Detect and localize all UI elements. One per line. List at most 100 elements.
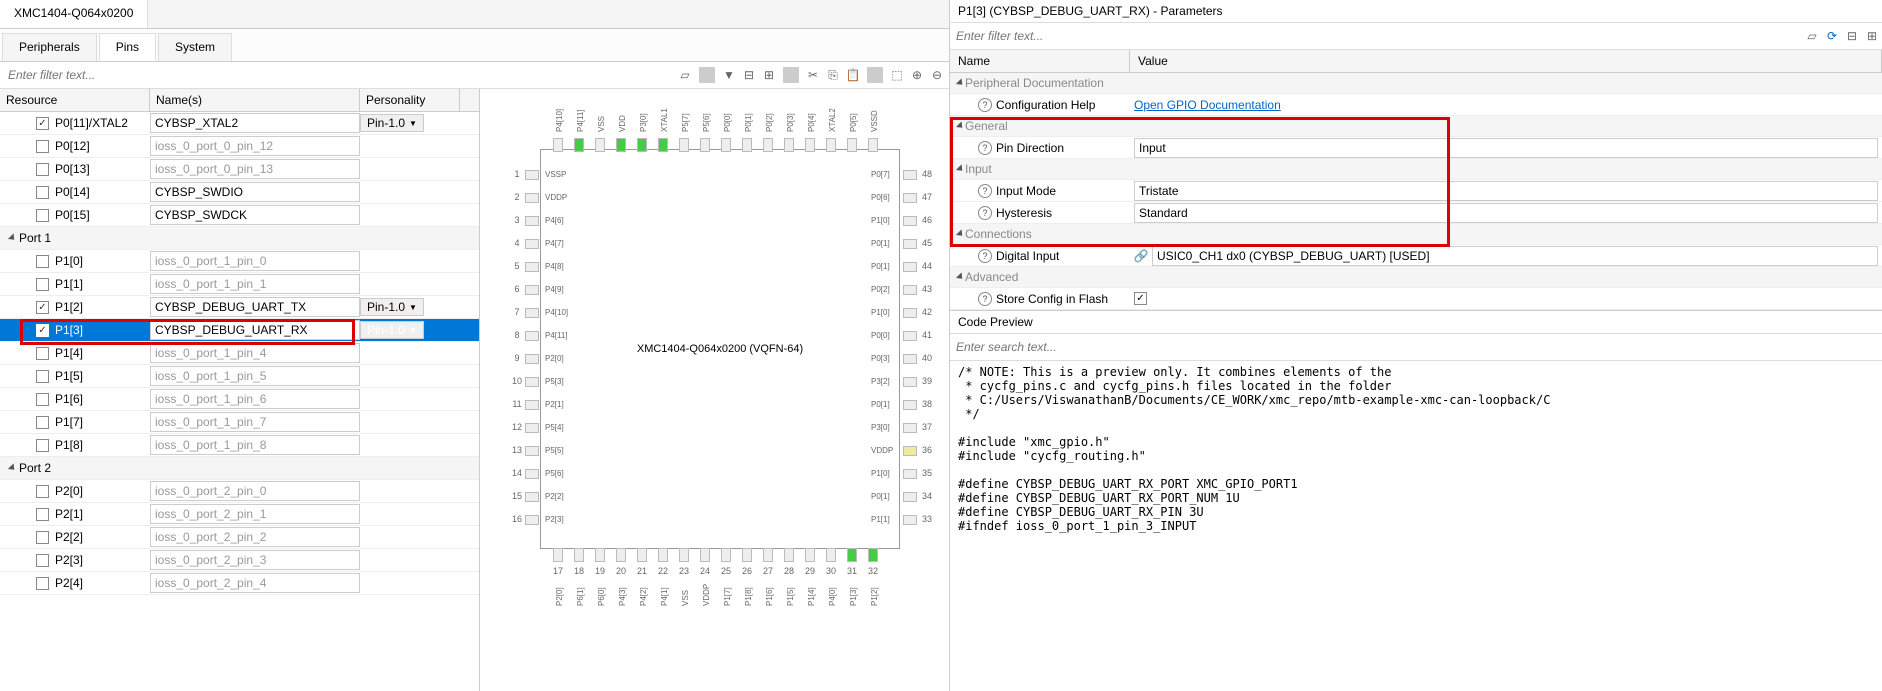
chip-pin[interactable]: [903, 308, 917, 318]
pin-row[interactable]: P0[11]/XTAL2Pin-1.0 ▼: [0, 112, 479, 135]
pin-checkbox[interactable]: [36, 163, 49, 176]
pin-checkbox[interactable]: [36, 186, 49, 199]
pin-name-input[interactable]: [150, 573, 360, 593]
params-header-name[interactable]: Name: [950, 50, 1130, 72]
chip-pin[interactable]: [763, 548, 773, 562]
chip-pin[interactable]: [616, 138, 626, 152]
zoom-in-icon[interactable]: ⊕: [909, 67, 925, 83]
input-mode-value[interactable]: [1134, 181, 1878, 201]
header-name[interactable]: Name(s): [150, 89, 360, 111]
pin-row[interactable]: P2[1]: [0, 503, 479, 526]
pin-name-input[interactable]: [150, 527, 360, 547]
chip-pin[interactable]: [903, 446, 917, 456]
pin-checkbox[interactable]: [36, 209, 49, 222]
chip-pin[interactable]: [903, 492, 917, 502]
chip-pin[interactable]: [525, 285, 539, 295]
chip-pin[interactable]: [903, 400, 917, 410]
chip-pin[interactable]: [553, 138, 563, 152]
tab-system[interactable]: System: [158, 33, 232, 61]
pin-row[interactable]: P1[4]: [0, 342, 479, 365]
pin-row[interactable]: P1[5]: [0, 365, 479, 388]
pin-name-input[interactable]: [150, 251, 360, 271]
pin-row[interactable]: P1[3]Pin-1.0 ▼: [0, 319, 479, 342]
group-advanced[interactable]: Advanced: [950, 267, 1882, 288]
pin-checkbox[interactable]: [36, 117, 49, 130]
group-input[interactable]: Input: [950, 159, 1882, 180]
pin-row[interactable]: P0[15]: [0, 204, 479, 227]
clear-filter-icon[interactable]: ▱: [677, 67, 693, 83]
chip-pin[interactable]: [903, 331, 917, 341]
pin-row[interactable]: P2[4]: [0, 572, 479, 595]
chip-pin[interactable]: [847, 138, 857, 152]
pin-row[interactable]: P1[6]: [0, 388, 479, 411]
pin-row[interactable]: P0[12]: [0, 135, 479, 158]
pin-row[interactable]: P1[2]Pin-1.0 ▼: [0, 296, 479, 319]
personality-select[interactable]: Pin-1.0 ▼: [360, 298, 424, 316]
pin-name-input[interactable]: [150, 182, 360, 202]
chip-pin[interactable]: [525, 469, 539, 479]
pin-checkbox[interactable]: [36, 554, 49, 567]
funnel-icon[interactable]: ▼: [721, 67, 737, 83]
chip-pin[interactable]: [805, 138, 815, 152]
help-icon[interactable]: ?: [978, 184, 992, 198]
chip-pin[interactable]: [679, 548, 689, 562]
chip-pin[interactable]: [700, 548, 710, 562]
clear-icon[interactable]: ▱: [1804, 28, 1820, 44]
chip-pin[interactable]: [903, 262, 917, 272]
chip-pin[interactable]: [525, 170, 539, 180]
pin-row[interactable]: P0[14]: [0, 181, 479, 204]
pin-name-input[interactable]: [150, 320, 360, 340]
zoom-fit-icon[interactable]: ⬚: [889, 67, 905, 83]
chip-pin[interactable]: [525, 216, 539, 226]
group-connections[interactable]: Connections: [950, 224, 1882, 245]
chip-pin[interactable]: [721, 548, 731, 562]
chip-pin[interactable]: [574, 548, 584, 562]
pin-name-input[interactable]: [150, 435, 360, 455]
params-filter-input[interactable]: [952, 25, 1804, 47]
chip-pin[interactable]: [525, 492, 539, 502]
chip-pin[interactable]: [903, 170, 917, 180]
port-header[interactable]: Port 1: [0, 227, 479, 250]
code-search-input[interactable]: [952, 336, 1880, 358]
port-header[interactable]: Port 2: [0, 457, 479, 480]
pin-row[interactable]: P2[0]: [0, 480, 479, 503]
personality-select[interactable]: Pin-1.0 ▼: [360, 321, 424, 339]
header-resource[interactable]: Resource: [0, 89, 150, 111]
expand-icon[interactable]: ⊞: [761, 67, 777, 83]
chip-pin[interactable]: [903, 377, 917, 387]
chip-pin[interactable]: [525, 446, 539, 456]
pin-name-input[interactable]: [150, 366, 360, 386]
chip-pin[interactable]: [525, 354, 539, 364]
help-icon[interactable]: ?: [978, 292, 992, 306]
chip-pin[interactable]: [784, 138, 794, 152]
chip-pin[interactable]: [595, 138, 605, 152]
pin-row[interactable]: P1[7]: [0, 411, 479, 434]
pin-checkbox[interactable]: [36, 508, 49, 521]
pin-checkbox[interactable]: [36, 439, 49, 452]
chip-pin[interactable]: [553, 548, 563, 562]
tab-pins[interactable]: Pins: [99, 33, 156, 61]
pin-name-input[interactable]: [150, 343, 360, 363]
collapse-all-icon[interactable]: ⊟: [1844, 28, 1860, 44]
zoom-out-icon[interactable]: ⊖: [929, 67, 945, 83]
pin-name-input[interactable]: [150, 136, 360, 156]
chip-pin[interactable]: [574, 138, 584, 152]
chip-pin[interactable]: [903, 285, 917, 295]
help-icon[interactable]: ?: [978, 206, 992, 220]
chip-pin[interactable]: [525, 262, 539, 272]
chip-pin[interactable]: [525, 308, 539, 318]
pin-row[interactable]: P2[2]: [0, 526, 479, 549]
pin-checkbox[interactable]: [36, 485, 49, 498]
chip-pin[interactable]: [721, 138, 731, 152]
chip-pin[interactable]: [525, 377, 539, 387]
chip-pin[interactable]: [784, 548, 794, 562]
copy-icon[interactable]: ⎘: [825, 67, 841, 83]
pin-checkbox[interactable]: [36, 577, 49, 590]
pin-name-input[interactable]: [150, 504, 360, 524]
chip-pin[interactable]: [763, 138, 773, 152]
pin-checkbox[interactable]: [36, 416, 49, 429]
hysteresis-value[interactable]: [1134, 203, 1878, 223]
pin-row[interactable]: P2[3]: [0, 549, 479, 572]
pin-row[interactable]: P1[0]: [0, 250, 479, 273]
chip-pin[interactable]: [525, 239, 539, 249]
